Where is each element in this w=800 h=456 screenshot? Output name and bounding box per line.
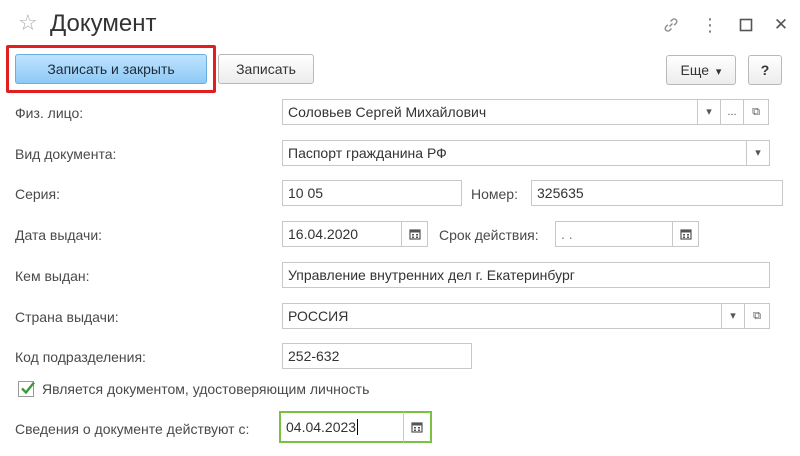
checkmark-icon — [21, 381, 35, 395]
person-label: Физ. лицо: — [15, 105, 84, 121]
validity-label: Срок действия: — [439, 227, 539, 243]
valid-from-calendar-icon[interactable] — [403, 411, 432, 443]
more-button-label: Еще — [680, 62, 710, 78]
more-actions-icon[interactable]: ⋮ — [699, 14, 721, 36]
country-input[interactable]: РОССИЯ — [282, 303, 722, 329]
number-label: Номер: — [471, 186, 518, 202]
issue-date-calendar-icon[interactable] — [401, 221, 428, 247]
doc-type-dropdown-icon[interactable]: ▾ — [746, 140, 770, 166]
favorite-star-icon[interactable]: ☆ — [18, 10, 44, 36]
dept-code-label: Код подразделения: — [15, 349, 146, 365]
maximize-icon[interactable] — [735, 14, 757, 36]
issued-by-input[interactable]: Управление внутренних дел г. Екатеринбур… — [282, 262, 770, 288]
doc-type-input[interactable]: Паспорт гражданина РФ — [282, 140, 747, 166]
link-icon[interactable] — [660, 14, 682, 36]
help-button[interactable]: ? — [748, 55, 782, 85]
save-button[interactable]: Записать — [218, 54, 314, 84]
issued-by-label: Кем выдан: — [15, 268, 90, 284]
issue-date-label: Дата выдачи: — [15, 227, 103, 243]
person-select-button[interactable]: ... — [720, 99, 744, 125]
dept-code-input[interactable]: 252-632 — [282, 343, 472, 369]
country-dropdown-icon[interactable]: ▾ — [721, 303, 745, 329]
close-icon[interactable]: ✕ — [770, 14, 792, 36]
text-caret — [357, 419, 359, 435]
series-label: Серия: — [15, 186, 60, 202]
person-input[interactable]: Соловьев Сергей Михайлович — [282, 99, 698, 125]
valid-from-label: Сведения о документе действуют с: — [15, 421, 250, 437]
validity-input[interactable]: . . — [555, 221, 673, 247]
is-identity-label: Является документом, удостоверяющим личн… — [42, 381, 370, 397]
country-label: Страна выдачи: — [15, 309, 119, 325]
series-input[interactable]: 10 05 — [282, 180, 462, 206]
valid-from-input[interactable]: 04.04.2023 — [279, 411, 405, 443]
doc-type-label: Вид документа: — [15, 146, 117, 162]
valid-from-value: 04.04.2023 — [286, 419, 357, 435]
save-and-close-button[interactable]: Записать и закрыть — [15, 54, 207, 84]
person-open-icon[interactable]: ⧉ — [743, 99, 769, 125]
country-open-icon[interactable]: ⧉ — [744, 303, 770, 329]
person-dropdown-icon[interactable]: ▾ — [697, 99, 721, 125]
chevron-down-icon: ▾ — [715, 66, 722, 78]
is-identity-checkbox[interactable] — [18, 381, 35, 397]
window-title: Документ — [50, 10, 157, 37]
issue-date-input[interactable]: 16.04.2020 — [282, 221, 402, 247]
validity-calendar-icon[interactable] — [672, 221, 699, 247]
number-input[interactable]: 325635 — [531, 180, 783, 206]
more-button[interactable]: Еще ▾ — [666, 55, 736, 85]
